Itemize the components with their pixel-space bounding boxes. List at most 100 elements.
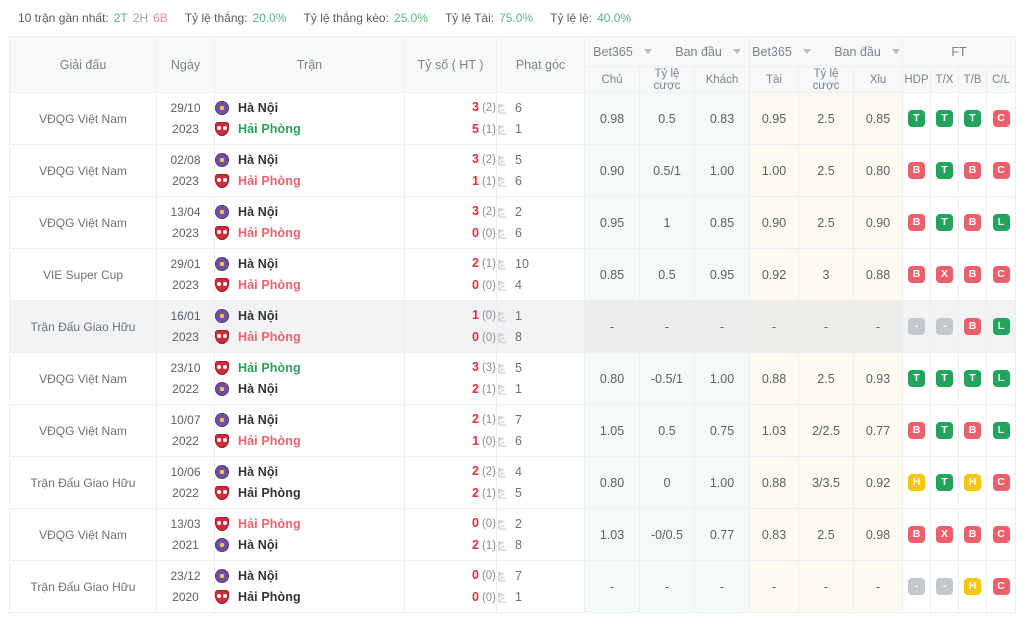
home-team[interactable]: Hà Nội (215, 566, 404, 587)
home-score: 3 (471, 99, 479, 114)
cell-under-odds: 0.88 (853, 248, 903, 301)
cell-ft-tx: X (930, 248, 959, 301)
table-row[interactable]: Trận Đấu Giao Hữu 16/01 2023 Hà Nội Hải … (9, 300, 1017, 353)
hanoi-club-logo-icon (215, 382, 229, 396)
cell-ft-tx: T (930, 456, 959, 509)
cell-corners: 2 8 (496, 508, 585, 561)
home-team[interactable]: Hà Nội (215, 410, 404, 431)
away-corners-row: 6 (497, 431, 584, 452)
away-team[interactable]: Hải Phòng (215, 327, 404, 348)
corner-flag-icon (498, 311, 507, 322)
home-team[interactable]: Hải Phòng (215, 358, 404, 379)
cell-match: Hải Phòng Hà Nội (214, 352, 405, 405)
ft-badge: H (908, 474, 925, 491)
home-team[interactable]: Hà Nội (215, 306, 404, 327)
cell-corners: 7 6 (496, 404, 585, 457)
match-day: 29/01 (170, 256, 201, 271)
home-team-name: Hà Nội (238, 569, 279, 583)
home-team[interactable]: Hà Nội (215, 462, 404, 483)
away-corners-row: 5 (497, 483, 584, 504)
col-home-odds: Chủ (584, 66, 640, 93)
away-score-line: 2 (1) (405, 379, 496, 401)
cell-ft-tb: B (958, 248, 987, 301)
home-team[interactable]: Hà Nội (215, 150, 404, 171)
away-corners-row: 1 (497, 119, 584, 140)
cell-corners: 1 8 (496, 300, 585, 353)
chevron-down-icon (732, 49, 741, 54)
away-team[interactable]: Hải Phòng (215, 431, 404, 452)
away-corners: 1 (515, 121, 522, 136)
cell-away-odds: 1.00 (694, 144, 750, 197)
col-score: Tỷ số ( HT ) (404, 36, 497, 93)
table-row[interactable]: VĐQG Việt Nam 10/07 2022 Hà Nội Hải Phòn… (9, 404, 1017, 457)
handicap-phase-select[interactable]: Ban đầu (675, 45, 741, 59)
home-team-name: Hải Phòng (238, 361, 301, 375)
cell-home-odds: 1.03 (584, 508, 640, 561)
ft-badge: X (936, 526, 953, 543)
cell-date: 13/04 2023 (156, 196, 215, 249)
home-corners: 5 (515, 360, 522, 375)
home-team-name: Hà Nội (238, 205, 279, 219)
cell-date: 29/10 2023 (156, 92, 215, 145)
ft-badge: T (964, 370, 981, 387)
handicap-phase-label: Ban đầu (675, 44, 722, 59)
away-team[interactable]: Hải Phòng (215, 119, 404, 140)
table-row[interactable]: VĐQG Việt Nam 29/10 2023 Hà Nội Hải Phòn… (9, 92, 1017, 145)
cell-date: 13/03 2021 (156, 508, 215, 561)
cell-league: VĐQG Việt Nam (9, 508, 157, 561)
overunder-phase-select[interactable]: Ban đầu (834, 45, 900, 59)
cell-ft-cl: C (985, 92, 1017, 145)
cell-ft-cl: L (985, 352, 1017, 405)
haiphong-club-logo-icon (215, 590, 229, 604)
match-year: 2023 (172, 173, 199, 188)
home-team[interactable]: Hà Nội (215, 202, 404, 223)
home-halftime-score: (1) (481, 413, 496, 426)
away-team[interactable]: Hải Phòng (215, 223, 404, 244)
away-team[interactable]: Hải Phòng (215, 275, 404, 296)
away-team-name: Hà Nội (238, 538, 279, 552)
cell-over-odds: 1.03 (749, 404, 799, 457)
corner-flag-icon (498, 436, 507, 447)
home-score: 3 (471, 359, 479, 374)
table-row[interactable]: VĐQG Việt Nam 02/08 2023 Hà Nội Hải Phòn… (9, 144, 1017, 197)
handicap-bookmaker-select[interactable]: Bet365 (593, 45, 652, 59)
away-corners-row: 1 (497, 379, 584, 400)
home-corners-row: 5 (497, 150, 584, 171)
home-team-name: Hà Nội (238, 465, 279, 479)
cell-ft-tb: B (958, 196, 987, 249)
match-rows: VĐQG Việt Nam 29/10 2023 Hà Nội Hải Phòn… (9, 92, 1017, 613)
overunder-bookmaker-select[interactable]: Bet365 (752, 45, 811, 59)
corner-flag-icon (498, 124, 507, 135)
away-team[interactable]: Hải Phòng (215, 171, 404, 192)
home-team[interactable]: Hà Nội (215, 98, 404, 119)
cell-under-odds: 0.93 (853, 352, 903, 405)
away-team[interactable]: Hải Phòng (215, 483, 404, 504)
cell-over-odds: - (749, 300, 799, 353)
home-team[interactable]: Hải Phòng (215, 514, 404, 535)
table-row[interactable]: Trận Đấu Giao Hữu 23/12 2020 Hà Nội Hải … (9, 560, 1017, 613)
win-rate-group: Tỷ lệ thắng: 20.0% (185, 11, 287, 25)
chevron-down-icon (891, 49, 900, 54)
cell-handicap-line: 1 (639, 196, 695, 249)
away-team[interactable]: Hà Nội (215, 379, 404, 400)
cell-date: 23/10 2022 (156, 352, 215, 405)
away-team[interactable]: Hà Nội (215, 535, 404, 556)
table-row[interactable]: VĐQG Việt Nam 13/03 2021 Hải Phòng Hà Nộ… (9, 508, 1017, 561)
cell-home-odds: - (584, 300, 640, 353)
home-team[interactable]: Hà Nội (215, 254, 404, 275)
table-row[interactable]: Trận Đấu Giao Hữu 10/06 2022 Hà Nội Hải … (9, 456, 1017, 509)
hanoi-club-logo-icon (215, 101, 229, 115)
table-row[interactable]: VĐQG Việt Nam 13/04 2023 Hà Nội Hải Phòn… (9, 196, 1017, 249)
ft-badge: B (908, 214, 925, 231)
cell-home-odds: 0.80 (584, 456, 640, 509)
away-corners: 1 (515, 589, 522, 604)
table-row[interactable]: VĐQG Việt Nam 23/10 2022 Hải Phòng Hà Nộ… (9, 352, 1017, 405)
table-row[interactable]: VIE Super Cup 29/01 2023 Hà Nội Hải Phòn… (9, 248, 1017, 301)
away-score: 0 (471, 277, 479, 292)
home-halftime-score: (0) (481, 517, 496, 530)
away-team[interactable]: Hải Phòng (215, 587, 404, 608)
home-score: 1 (471, 307, 479, 322)
corner-flag-icon (498, 207, 507, 218)
home-score: 2 (471, 463, 479, 478)
hanoi-club-logo-icon (215, 538, 229, 552)
